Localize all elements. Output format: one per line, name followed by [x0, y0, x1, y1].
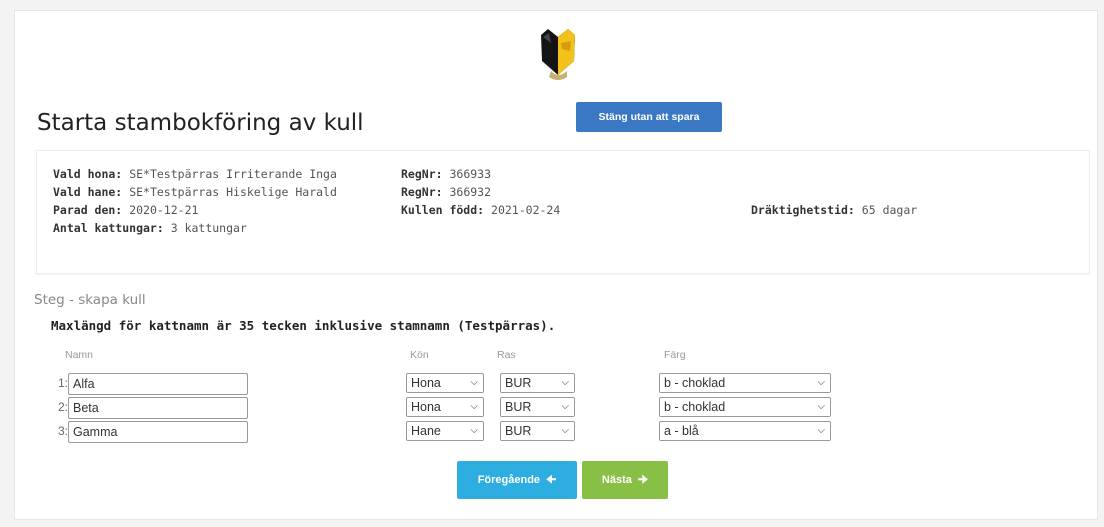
hane-reg-line: RegNr: 366932 [401, 185, 491, 199]
hane-label: Vald hane: [53, 185, 123, 199]
column-name-label: Namn [65, 349, 94, 361]
chevron-down-icon: ⌵ [817, 425, 825, 436]
next-button-label: Nästa [601, 474, 632, 486]
hona-reg-line: RegNr: 366933 [401, 167, 491, 181]
chevron-down-icon: ⌵ [470, 377, 478, 388]
draktighet-label: Dräktighetstid: [751, 203, 855, 217]
close-without-saving-button[interactable]: Stäng utan att spara [576, 102, 722, 132]
row-number: 1: [57, 376, 68, 390]
parad-value: 2020-12-21 [129, 203, 199, 217]
sex-select[interactable]: Hona ⌵ [406, 397, 484, 417]
chevron-down-icon: ⌵ [561, 425, 569, 436]
maxlength-note: Maxlängd för kattnamn är 35 tecken inklu… [51, 318, 556, 333]
fodd-line: Kullen född: 2021-02-24 [401, 203, 560, 217]
hane-reg-label: RegNr: [401, 185, 443, 199]
color-select[interactable]: b - choklad ⌵ [659, 373, 831, 393]
color-select-value: b - choklad [664, 400, 726, 414]
sex-select-value: Hona [411, 400, 441, 414]
breed-select[interactable]: BUR ⌵ [500, 373, 575, 393]
antal-value: 3 kattungar [170, 221, 247, 235]
sex-select[interactable]: Hane ⌵ [406, 421, 484, 441]
hane-line: Vald hane: SE*Testpärras Hiskelige Haral… [53, 185, 337, 199]
fodd-label: Kullen född: [401, 203, 485, 217]
arrow-left-icon: 🠈 [546, 473, 557, 486]
hona-reg-label: RegNr: [401, 167, 443, 181]
hane-reg-value: 366932 [449, 185, 492, 199]
row-number: 2: [57, 400, 68, 414]
litter-info-panel: Vald hona: SE*Testpärras Irriterande Ing… [36, 150, 1090, 274]
color-select-value: b - choklad [664, 376, 726, 390]
parad-line: Parad den: 2020-12-21 [53, 203, 198, 217]
hona-value: SE*Testpärras Irriterande Inga [129, 167, 337, 181]
logo [541, 29, 575, 80]
chevron-down-icon: ⌵ [470, 401, 478, 412]
row-number: 3: [57, 424, 68, 438]
kitten-name-input[interactable] [68, 421, 248, 443]
sex-select[interactable]: Hona ⌵ [406, 373, 484, 393]
chevron-down-icon: ⌵ [817, 377, 825, 388]
color-select[interactable]: b - choklad ⌵ [659, 397, 831, 417]
column-sex-label: Kön [410, 349, 429, 361]
chevron-down-icon: ⌵ [817, 401, 825, 412]
chevron-down-icon: ⌵ [561, 401, 569, 412]
chevron-down-icon: ⌵ [470, 425, 478, 436]
breed-select-value: BUR [505, 376, 532, 390]
breed-select[interactable]: BUR ⌵ [500, 421, 575, 441]
draktighet-value: 65 dagar [861, 203, 918, 217]
chevron-down-icon: ⌵ [561, 377, 569, 388]
draktighet-line: Dräktighetstid: 65 dagar [751, 203, 917, 217]
fodd-value: 2021-02-24 [491, 203, 561, 217]
kitten-name-input[interactable] [68, 373, 248, 395]
color-select-value: a - blå [664, 424, 699, 438]
sex-select-value: Hona [411, 376, 441, 390]
color-select[interactable]: a - blå ⌵ [659, 421, 831, 441]
hane-value: SE*Testpärras Hiskelige Harald [129, 185, 337, 199]
page-title: Starta stambokföring av kull [37, 110, 364, 136]
column-color-label: Färg [664, 349, 686, 361]
hona-line: Vald hona: SE*Testpärras Irriterande Ing… [53, 167, 337, 181]
sex-select-value: Hane [411, 424, 441, 438]
parad-label: Parad den: [53, 203, 123, 217]
breed-select-value: BUR [505, 400, 532, 414]
previous-button-label: Föregående [477, 474, 541, 486]
hona-reg-value: 366933 [449, 167, 492, 181]
hona-label: Vald hona: [53, 167, 123, 181]
kitten-name-input[interactable] [68, 397, 248, 419]
column-breed-label: Ras [497, 349, 516, 361]
antal-label: Antal kattungar: [53, 221, 164, 235]
step-title: Steg - skapa kull [34, 292, 146, 308]
arrow-right-icon: 🠊 [637, 473, 649, 486]
next-button[interactable]: Nästa 🠊 [582, 461, 668, 499]
antal-line: Antal kattungar: 3 kattungar [53, 221, 247, 235]
breed-select[interactable]: BUR ⌵ [500, 397, 575, 417]
breed-select-value: BUR [505, 424, 532, 438]
previous-button[interactable]: Föregående 🠈 [457, 461, 577, 499]
